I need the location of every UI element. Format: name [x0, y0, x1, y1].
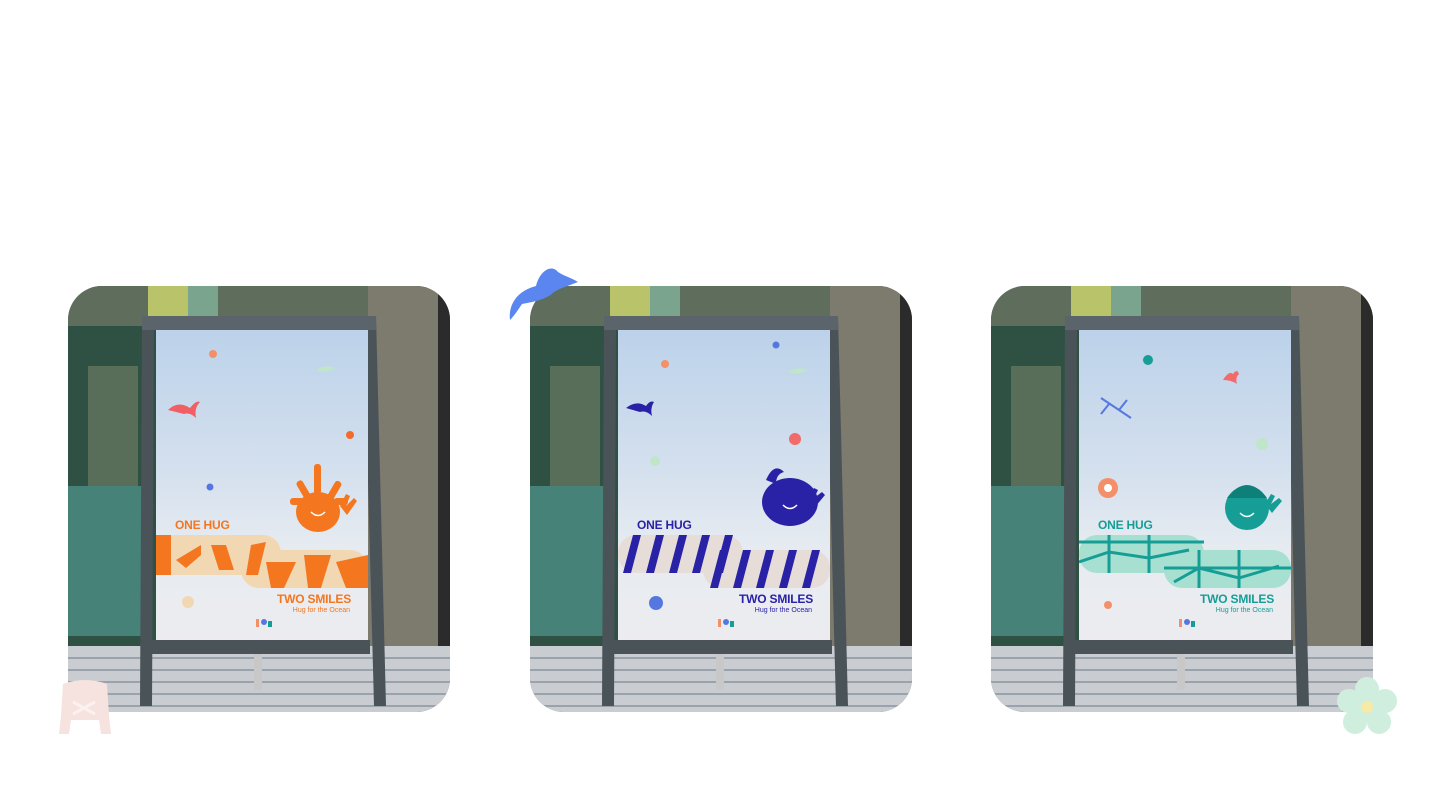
tagline: Hug for the Ocean — [1215, 607, 1273, 614]
tagline: Hug for the Ocean — [754, 607, 812, 614]
headline-two-smiles: TWO SMILES — [277, 592, 351, 606]
bird-icon — [509, 268, 578, 320]
brand-logo-icon — [718, 619, 734, 627]
chair-icon — [59, 680, 111, 734]
sign-poster: ONE HUG TWO SMILES Hug for the Ocean — [156, 330, 368, 640]
tagline: Hug for the Ocean — [292, 607, 350, 614]
headline-two-smiles: TWO SMILES — [1200, 592, 1274, 606]
headline-two-smiles: TWO SMILES — [739, 592, 813, 606]
brand-logo-icon — [256, 619, 272, 627]
headline-one-hug: ONE HUG — [637, 518, 692, 532]
headline-one-hug: ONE HUG — [175, 518, 230, 532]
flower-icon — [1337, 677, 1397, 734]
poster-mockup-card-1: ONE HUG TWO SMILES Hug for the Ocean — [68, 286, 450, 712]
sign-poster: ONE HUG TWO SMILES Hug for the Ocean — [618, 330, 830, 640]
headline-one-hug: ONE HUG — [1098, 518, 1153, 532]
sign-poster: ONE HUG TWO SMILES Hug for the Ocean — [1079, 330, 1291, 640]
poster-mockup-card-3: ONE HUG TWO SMILES Hug for the Ocean — [991, 286, 1373, 712]
brand-logo-icon — [1179, 619, 1195, 627]
poster-mockup-card-2: ONE HUG TWO SMILES Hug for the Ocean — [530, 286, 912, 712]
